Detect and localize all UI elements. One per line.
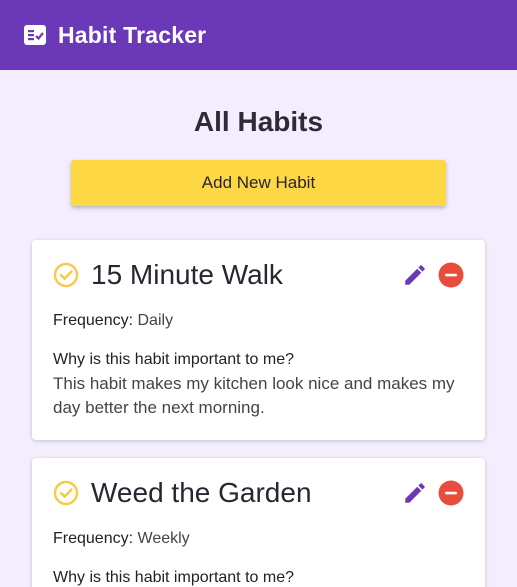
habit-card-header: Weed the Garden [53, 476, 464, 510]
habit-actions [402, 480, 464, 506]
habit-actions [402, 262, 464, 288]
remove-circle-icon[interactable] [438, 262, 464, 288]
habit-frequency: Frequency: Weekly [53, 530, 464, 548]
frequency-label: Frequency: [53, 530, 134, 547]
app-bar: Habit Tracker [0, 0, 517, 70]
habit-name: Weed the Garden [91, 477, 312, 508]
habit-card: Weed the Garden Frequency: Weekly Why is… [32, 458, 485, 587]
main-content: All Habits Add New Habit 15 Minute Walk [0, 105, 517, 587]
app-title: Habit Tracker [58, 21, 207, 48]
checklist-icon [23, 24, 47, 46]
habit-card: 15 Minute Walk Frequency: Daily Why is t… [32, 240, 485, 440]
remove-circle-icon[interactable] [438, 480, 464, 506]
habit-list: 15 Minute Walk Frequency: Daily Why is t… [32, 240, 485, 587]
check-circle-icon[interactable] [53, 480, 79, 506]
frequency-value: Weekly [137, 530, 190, 547]
why-text: This habit makes my kitchen look nice an… [53, 374, 455, 417]
habit-name: 15 Minute Walk [91, 259, 283, 290]
habit-card-header: 15 Minute Walk [53, 258, 464, 292]
add-new-habit-button[interactable]: Add New Habit [71, 160, 446, 206]
pencil-icon[interactable] [402, 262, 428, 288]
why-label: Why is this habit important to me? [53, 351, 294, 368]
check-circle-icon[interactable] [53, 262, 79, 288]
frequency-label: Frequency: [53, 312, 134, 329]
page-title: All Habits [193, 106, 324, 137]
why-label: Why is this habit important to me? [53, 569, 294, 586]
pencil-icon[interactable] [402, 480, 428, 506]
frequency-value: Daily [137, 312, 174, 329]
habit-frequency: Frequency: Daily [53, 312, 464, 330]
